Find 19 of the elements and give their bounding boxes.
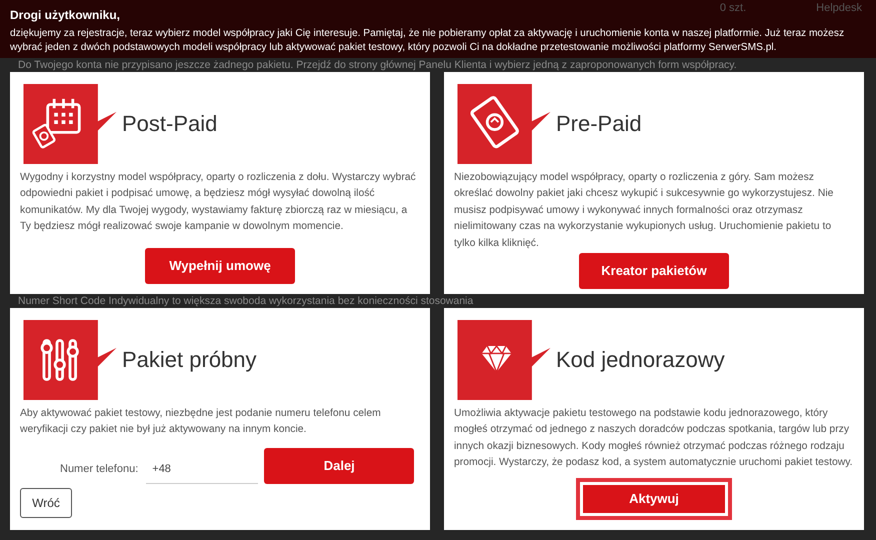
field-label: Numer telefonu: bbox=[60, 462, 138, 478]
action-button[interactable]: Kreator pakietów bbox=[579, 252, 729, 289]
card-description: Wygodny i korzystny model współpracy, oparty o rozliczenia z dołu. Wystarczy wybrać odpowiedni pakiet i podpisać umowę, a będziesz mógł wysyłać dowolną ilość komunikatów. My dla Twojej wygody, wystawiamy fakturę zbiorczą raz w miesiącu, a Ty będziesz mógł realizować swoje kampanie w dowolnym momencie. bbox=[20, 170, 417, 234]
card-title: Pre-Paid bbox=[556, 110, 642, 138]
card-title: Post-Paid bbox=[122, 110, 218, 138]
action-button[interactable]: Wypełnij umowę bbox=[145, 248, 295, 284]
card-title: Pakiet próbny bbox=[122, 346, 257, 374]
focused-button[interactable]: Aktywuj bbox=[576, 478, 732, 520]
card-description: Niezobowiązujący model współpracy, oparty o rozliczenia z góry. Sam możesz określać dowolny pakiet jaki chcesz wykupić i sukcesywnie go wykorzystujesz. Nie musisz podpisywać umowy i wykonywać innych formalności oraz otrzymasz nielimitowany czas na wykorzystanie wykupionych usług. Uruchomienie pakietu to tylko kilka kliknięć. bbox=[454, 170, 834, 252]
action-button[interactable]: Dalej bbox=[264, 448, 414, 484]
card-description: Umożliwia aktywacje pakietu testowego na podstawie kodu jednorazowego, który mogłeś otrzymać od jednego z naszych doradców podczas spotkania, targów lub przy innych okazji biznesowych. Kody mogłeś również otrzymać podczas różnego rodzaju promocji. Wystarczy, że podasz kod, a system automatycznie uruchomi pakiet testowy. bbox=[454, 406, 854, 470]
card-description: Aby aktywować pakiet testowy, niezbędne jest podanie numeru telefonu celem weryfikacji czy pakiet nie był już aktywowany na innym koncie. bbox=[20, 406, 382, 438]
background-text: Do Twojego konta nie przypisano jeszcze żadnego pakietu. Przejdź do strony głównej Panelu Klienta i wybierz jedną z zaproponowanych form współpracy. bbox=[17, 58, 738, 72]
background-text: Numer Short Code Indywidualny to większa swoboda wykorzystania bez konieczności stosowania bbox=[17, 294, 474, 308]
back-button[interactable]: Wróć bbox=[20, 488, 72, 518]
card-title: Kod jednorazowy bbox=[556, 346, 725, 374]
header-label: Helpdesk bbox=[816, 1, 862, 16]
header-label: 0 szt. bbox=[720, 1, 746, 16]
greeting-text: Drogi użytkowniku, bbox=[10, 7, 120, 24]
